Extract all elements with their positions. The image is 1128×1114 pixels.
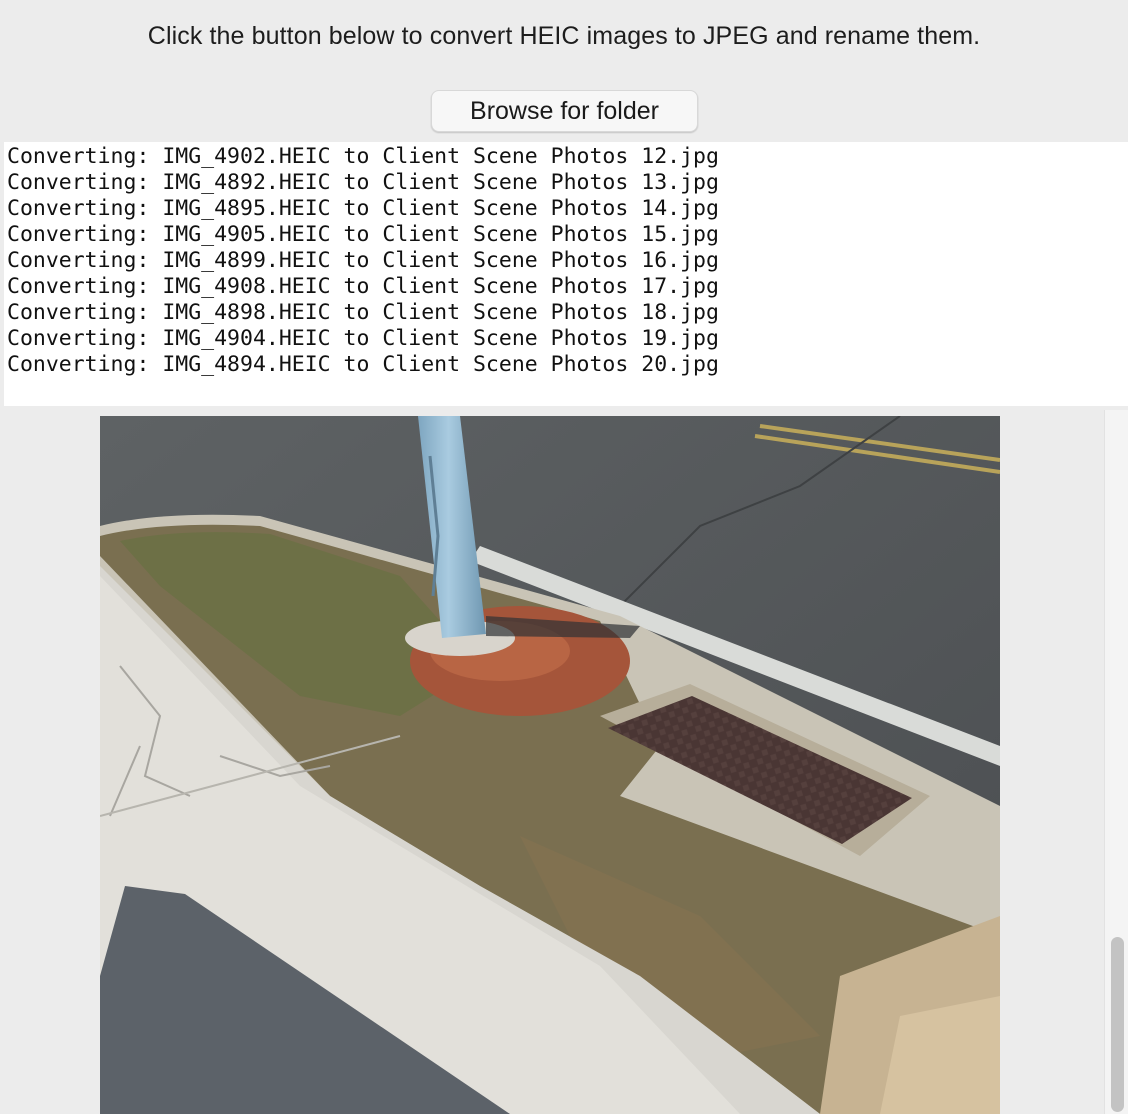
browse-folder-button[interactable]: Browse for folder [431, 90, 698, 132]
log-line: Converting: IMG_4908.HEIC to Client Scen… [7, 274, 719, 299]
log-line: Converting: IMG_4898.HEIC to Client Scen… [7, 300, 719, 325]
log-line: Converting: IMG_4905.HEIC to Client Scen… [7, 222, 719, 247]
log-line: Converting: IMG_4895.HEIC to Client Scen… [7, 196, 719, 221]
log-line: Converting: IMG_4899.HEIC to Client Scen… [7, 248, 719, 273]
photo-preview-image [100, 416, 1000, 1114]
log-line: Converting: IMG_4894.HEIC to Client Scen… [7, 352, 719, 377]
log-line: Converting: IMG_4892.HEIC to Client Scen… [7, 170, 719, 195]
photo-preview [100, 416, 1000, 1114]
scrollbar-thumb[interactable] [1111, 937, 1124, 1112]
log-line: Converting: IMG_4904.HEIC to Client Scen… [7, 326, 719, 351]
log-line: Converting: IMG_4902.HEIC to Client Scen… [7, 144, 719, 169]
instruction-text: Click the button below to convert HEIC i… [147, 22, 981, 50]
conversion-log[interactable]: Converting: IMG_4902.HEIC to Client Scen… [4, 142, 1128, 406]
